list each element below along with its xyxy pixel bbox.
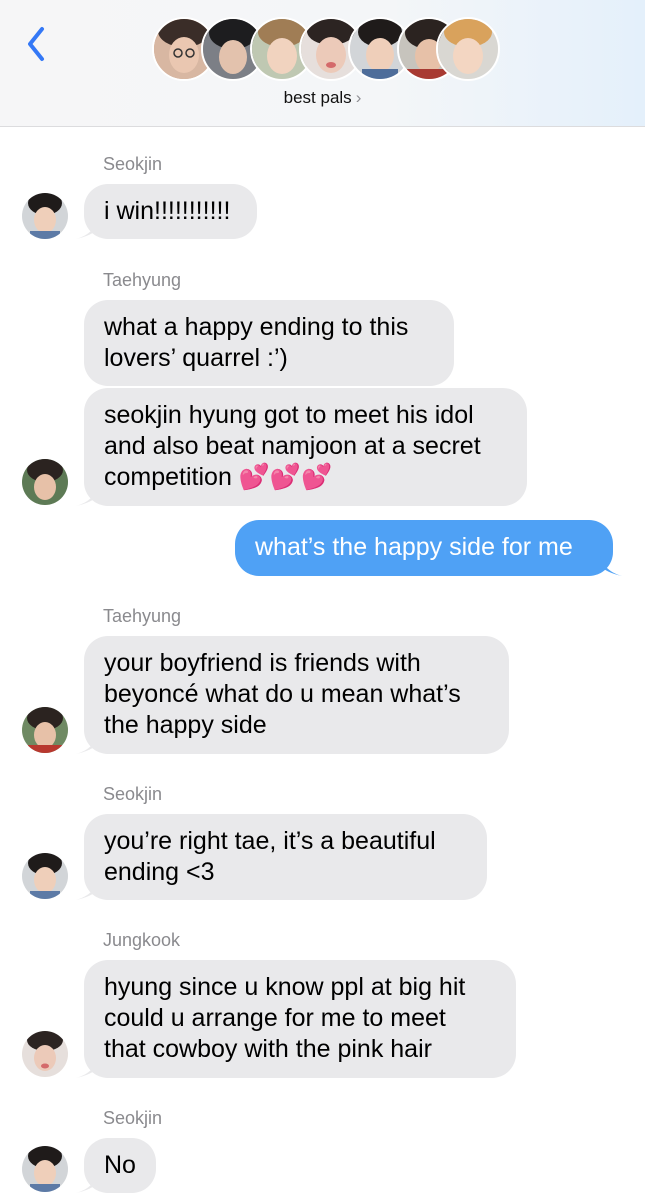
sender-avatar[interactable]	[22, 1031, 68, 1077]
conversation-header: best pals ›	[0, 0, 645, 127]
outgoing-message-bubble[interactable]: what’s the happy side for me	[235, 520, 613, 576]
sender-name: Taehyung	[103, 270, 182, 290]
sender-avatar[interactable]	[22, 707, 68, 753]
incoming-message-bubble[interactable]: your boyfriend is friends with beyoncé w…	[84, 636, 509, 754]
bubble-tail	[76, 219, 98, 239]
sender-name: Taehyung	[103, 606, 182, 626]
chevron-right-icon: ›	[355, 88, 362, 107]
chevron-left-icon	[28, 27, 44, 61]
bubble-tail	[76, 1173, 98, 1193]
group-avatars[interactable]	[152, 17, 500, 81]
sender-name: Seokjin	[103, 1108, 163, 1128]
sender-avatar[interactable]	[22, 459, 68, 505]
bubble-tail	[76, 880, 98, 900]
sender-avatar[interactable]	[22, 853, 68, 899]
sender-avatar[interactable]	[22, 1146, 68, 1192]
incoming-message-bubble[interactable]: i win!!!!!!!!!!!	[84, 184, 257, 239]
sender-name: Seokjin	[103, 154, 163, 174]
bubble-tail	[600, 556, 622, 576]
message-text: seokjin hyung got to meet his idol and a…	[104, 401, 481, 491]
bubble-tail	[76, 734, 98, 754]
incoming-message-bubble[interactable]: seokjin hyung got to meet his idol and a…	[84, 388, 527, 506]
sender-name: Seokjin	[103, 784, 163, 804]
group-name[interactable]: best pals ›	[0, 88, 645, 108]
group-name-label: best pals	[283, 88, 352, 107]
incoming-message-bubble[interactable]: what a happy ending to this lovers’ quar…	[84, 300, 454, 386]
member-avatar	[436, 17, 500, 81]
sender-avatar[interactable]	[22, 193, 68, 239]
incoming-message-bubble[interactable]: you’re right tae, it’s a beautiful endin…	[84, 814, 487, 900]
sender-name: Jungkook	[103, 930, 181, 950]
bubble-tail	[76, 1058, 98, 1078]
back-button[interactable]	[22, 24, 52, 64]
incoming-message-bubble[interactable]: hyung since u know ppl at big hit could …	[84, 960, 516, 1078]
bubble-tail	[76, 486, 98, 506]
